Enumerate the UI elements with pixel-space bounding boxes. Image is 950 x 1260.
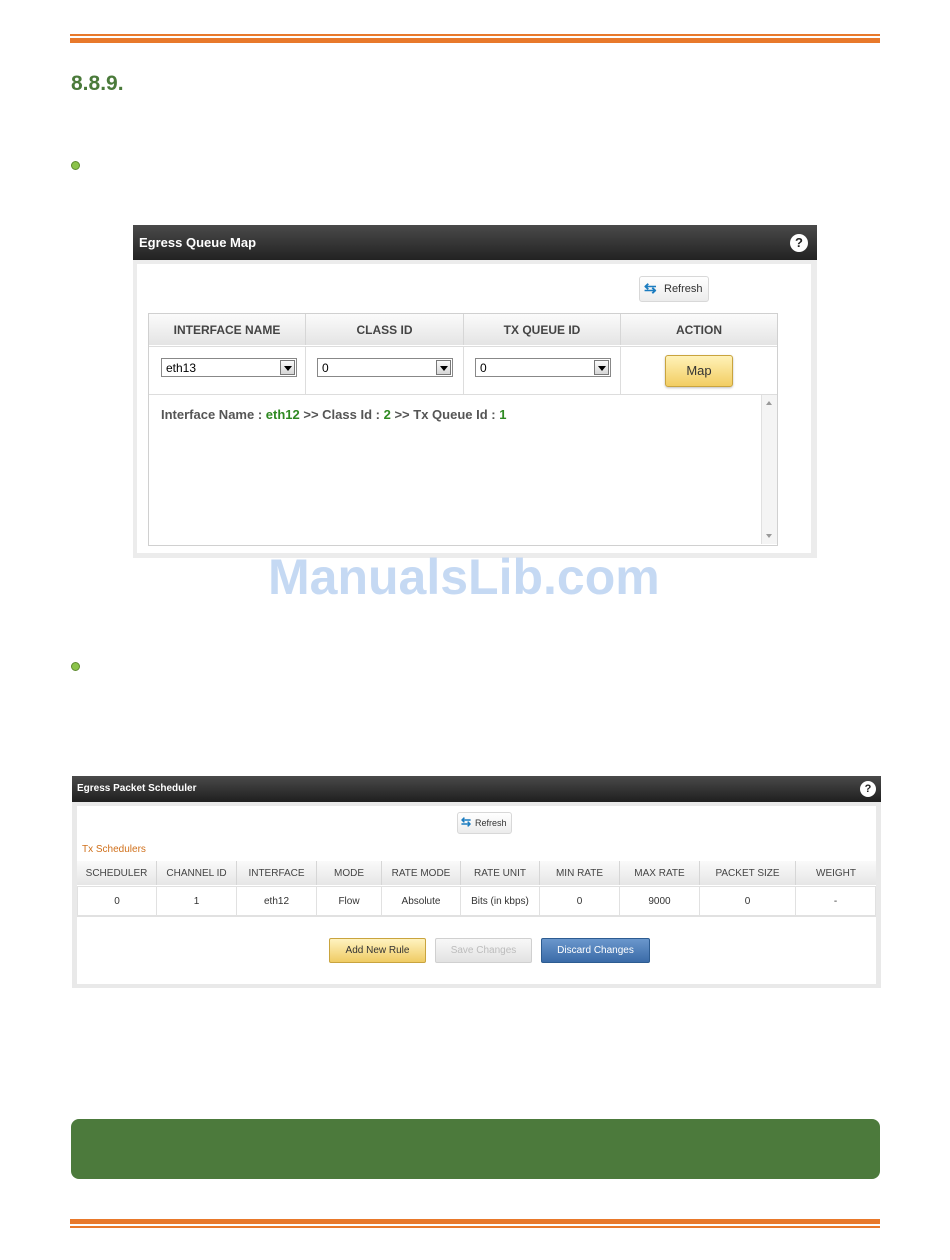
panel-title: Egress Queue Map (139, 235, 257, 250)
panel-title: Egress Packet Scheduler (77, 783, 197, 794)
refresh-label: Refresh (664, 283, 703, 295)
col-rate-mode: RATE MODE (382, 861, 461, 885)
result-tx-label: >> Tx Queue Id : (394, 407, 496, 422)
refresh-icon: ⇆ (644, 280, 657, 297)
scroll-up-icon[interactable] (766, 401, 772, 405)
interface-select-value: eth13 (166, 361, 197, 375)
interface-select[interactable]: eth13 (161, 358, 297, 377)
save-changes-button[interactable]: Save Changes (435, 938, 532, 963)
section-number: 8.8.9. (71, 72, 124, 95)
cell-weight: - (796, 886, 876, 916)
chevron-down-icon (280, 360, 295, 375)
top-rule-thin (70, 34, 880, 36)
result-scrollbar[interactable] (761, 395, 777, 544)
bullet-1 (71, 161, 80, 170)
cell-action: Map (621, 346, 777, 395)
tx-schedulers-label: Tx Schedulers (82, 844, 146, 855)
refresh-button[interactable]: ⇆ Refresh (457, 812, 512, 834)
class-id-select-value: 0 (322, 361, 329, 375)
col-tx-queue-id: TX QUEUE ID (464, 314, 621, 345)
panel-header: Egress Packet Scheduler ? (72, 776, 881, 802)
cell-min-rate: 0 (540, 886, 620, 916)
class-id-select[interactable]: 0 (317, 358, 453, 377)
result-interface-label: Interface Name : (161, 407, 263, 422)
bottom-rule-thick (70, 1219, 880, 1224)
col-packet-size: PACKET SIZE (700, 861, 796, 885)
result-class-label: >> Class Id : (303, 407, 380, 422)
panel-body: ⇆ Refresh Tx Schedulers SCHEDULER CHANNE… (77, 806, 876, 984)
cell-channel-id: 1 (157, 886, 237, 916)
help-icon[interactable]: ? (790, 234, 808, 252)
col-scheduler: SCHEDULER (77, 861, 157, 885)
chevron-down-icon (436, 360, 451, 375)
result-text: Interface Name : eth12 >> Class Id : 2 >… (161, 407, 506, 422)
col-class-id: CLASS ID (306, 314, 464, 345)
top-rule-thick (70, 38, 880, 43)
col-channel-id: CHANNEL ID (157, 861, 237, 885)
panel-header: Egress Queue Map ? (133, 225, 817, 260)
bottom-rule-thin (70, 1226, 880, 1228)
refresh-button[interactable]: ⇆ Refresh (639, 276, 709, 302)
col-interface: INTERFACE (237, 861, 317, 885)
col-mode: MODE (317, 861, 382, 885)
cell-interface: eth13 (149, 346, 306, 395)
egress-queue-map-panel: Egress Queue Map ? ⇆ Refresh INTERFACE N… (133, 225, 817, 558)
cell-interface: eth12 (237, 886, 317, 916)
note-box (71, 1119, 880, 1179)
cell-tx-queue: 0 (464, 346, 621, 395)
panel-body: ⇆ Refresh INTERFACE NAME CLASS ID TX QUE… (137, 264, 811, 553)
watermark: ManualsLib.com (268, 549, 660, 605)
result-tx-value: 1 (499, 407, 507, 422)
help-icon[interactable]: ? (860, 781, 876, 797)
map-button[interactable]: Map (665, 355, 733, 387)
chevron-down-icon (594, 360, 609, 375)
col-max-rate: MAX RATE (620, 861, 700, 885)
cell-mode: Flow (317, 886, 382, 916)
tx-queue-select-value: 0 (480, 361, 487, 375)
col-action: ACTION (621, 314, 777, 345)
cell-rate-unit: Bits (in kbps) (461, 886, 540, 916)
cell-max-rate: 9000 (620, 886, 700, 916)
bullet-2 (71, 662, 80, 671)
result-console: Interface Name : eth12 >> Class Id : 2 >… (149, 395, 761, 544)
egress-packet-scheduler-panel: Egress Packet Scheduler ? ⇆ Refresh Tx S… (72, 776, 881, 988)
result-class-value: 2 (383, 407, 391, 422)
queue-map-table: INTERFACE NAME CLASS ID TX QUEUE ID ACTI… (148, 313, 778, 546)
col-min-rate: MIN RATE (540, 861, 620, 885)
cell-rate-mode: Absolute (382, 886, 461, 916)
cell-scheduler: 0 (77, 886, 157, 916)
table-divider (77, 916, 876, 917)
cell-class: 0 (306, 346, 464, 395)
refresh-icon: ⇆ (461, 815, 472, 829)
col-interface-name: INTERFACE NAME (149, 314, 306, 345)
col-rate-unit: RATE UNIT (461, 861, 540, 885)
result-interface-value: eth12 (265, 407, 300, 422)
discard-changes-button[interactable]: Discard Changes (541, 938, 650, 963)
cell-packet-size: 0 (700, 886, 796, 916)
scroll-down-icon[interactable] (766, 534, 772, 538)
col-weight: WEIGHT (796, 861, 876, 885)
add-new-rule-button[interactable]: Add New Rule (329, 938, 426, 963)
refresh-label: Refresh (475, 818, 507, 828)
tx-queue-select[interactable]: 0 (475, 358, 611, 377)
